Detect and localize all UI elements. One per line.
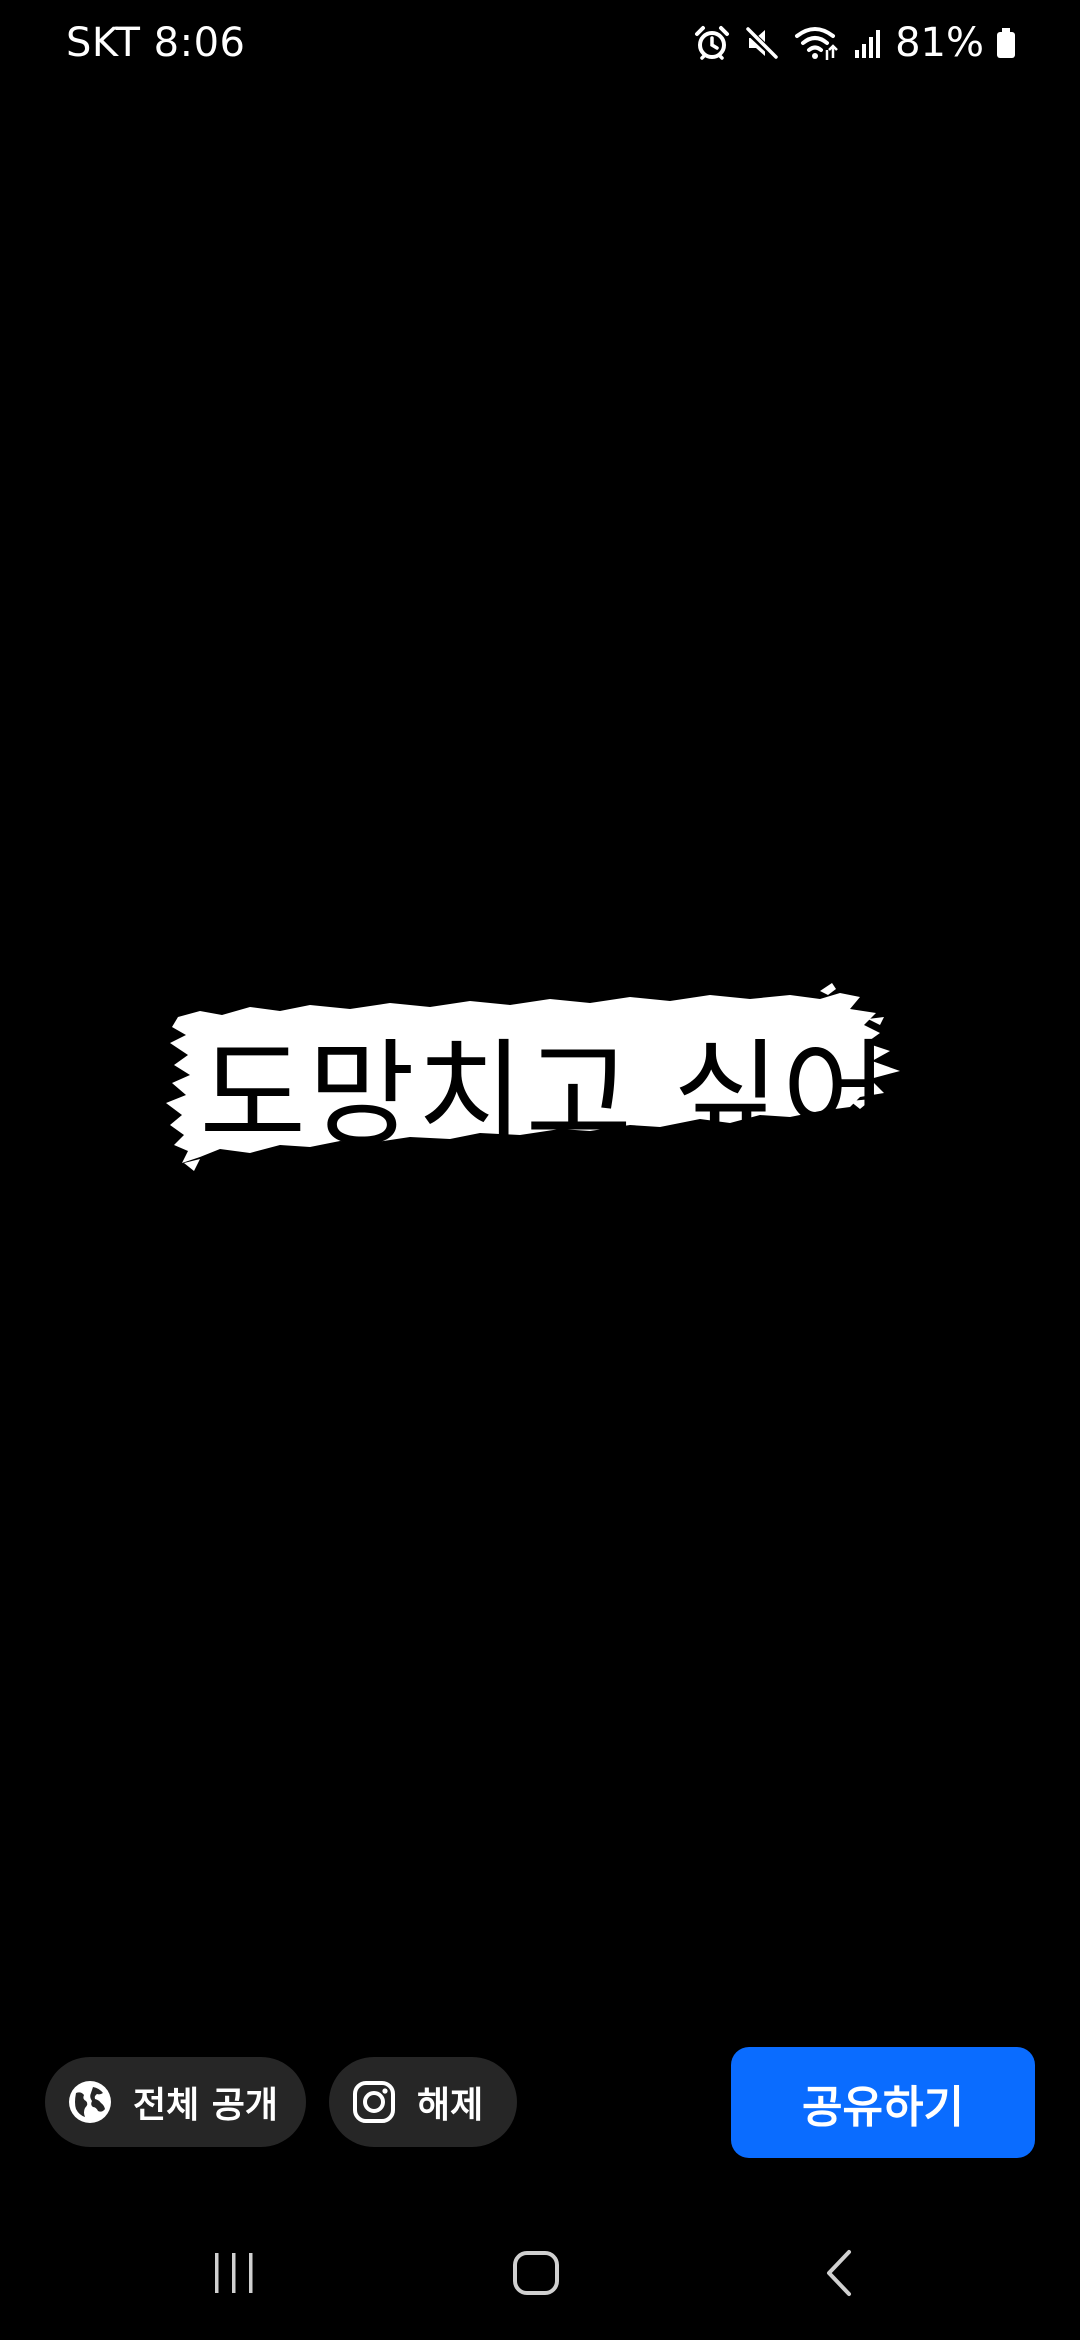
instagram-toggle-button[interactable]: 해제 (329, 2057, 517, 2147)
home-button[interactable] (476, 2220, 596, 2325)
battery-percent: 81% (895, 20, 984, 66)
carrier-time: SKT 8:06 (66, 20, 246, 66)
share-button[interactable]: 공유하기 (731, 2047, 1035, 2158)
visibility-label: 전체 공개 (133, 2085, 279, 2126)
status-icons: 81% (693, 18, 1016, 68)
recents-button[interactable] (174, 2220, 294, 2325)
instagram-label: 해제 (417, 2085, 484, 2126)
visibility-public-button[interactable]: 전체 공개 (45, 2057, 306, 2147)
brush-stroke-label: 도망치고 싶어 (160, 975, 920, 1195)
recents-icon (215, 2252, 253, 2293)
instagram-icon (351, 2079, 397, 2125)
back-button[interactable] (780, 2220, 900, 2325)
back-icon (827, 2249, 851, 2296)
navigation-bar (0, 2220, 1080, 2325)
home-icon (513, 2250, 559, 2295)
alarm-icon (693, 24, 731, 62)
signal-icon (853, 24, 883, 62)
battery-icon (996, 24, 1016, 62)
globe-icon (67, 2079, 113, 2125)
status-bar: SKT 8:06 81% (0, 0, 1080, 90)
wifi-icon (793, 24, 841, 62)
mute-icon (743, 24, 781, 62)
sticker-text: 도망치고 싶어 (199, 1028, 891, 1163)
